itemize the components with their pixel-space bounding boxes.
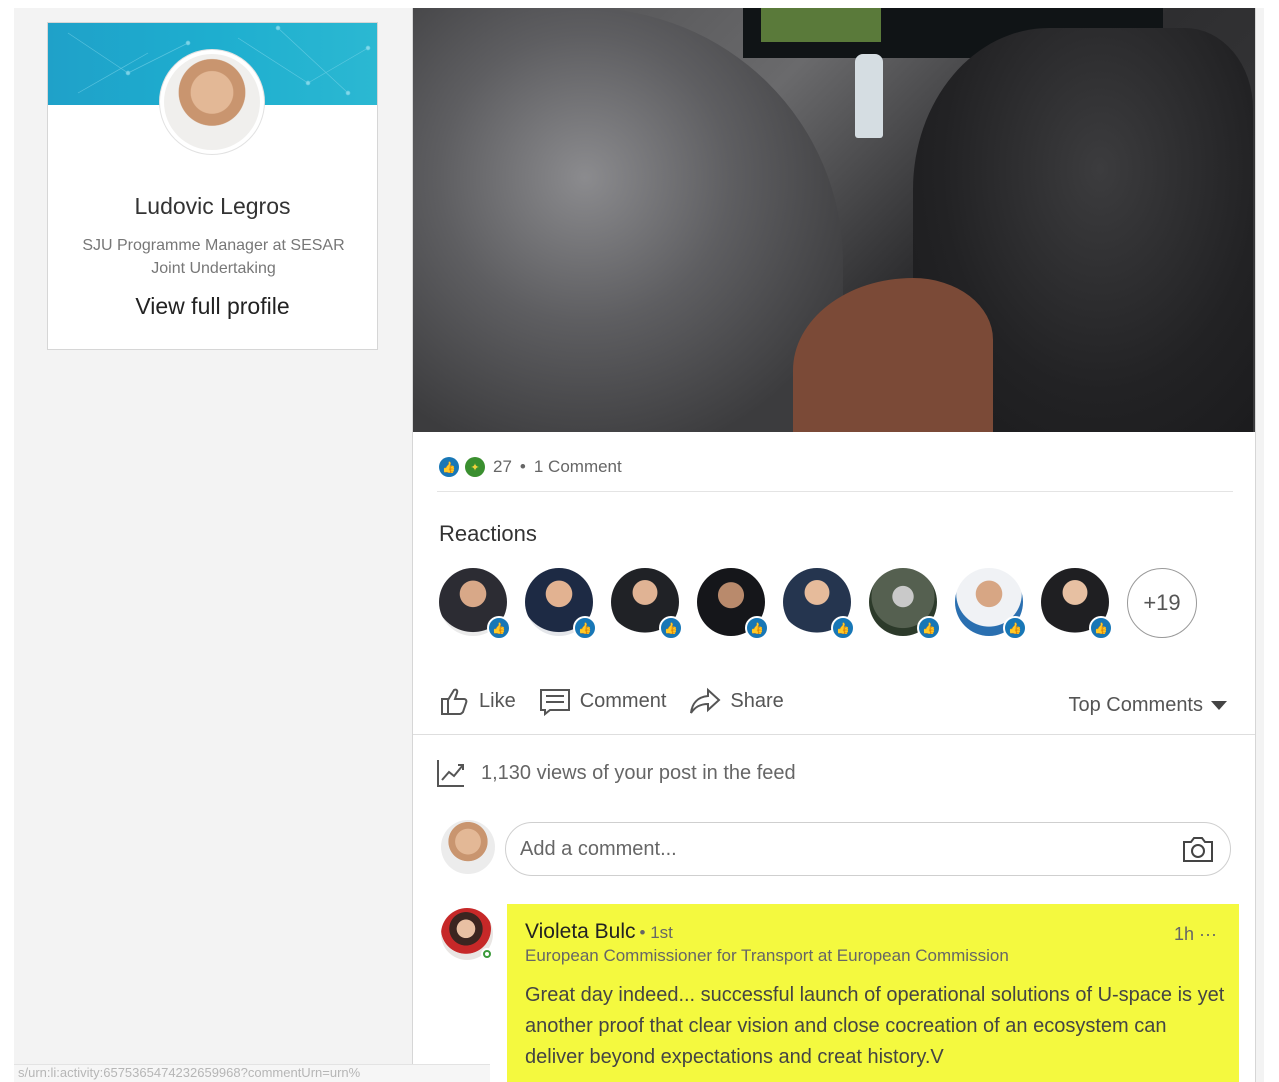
share-label: Share [730, 689, 784, 712]
reactor-avatar[interactable]: 👍 [869, 568, 941, 640]
profile-avatar[interactable] [160, 50, 264, 154]
comment-input[interactable]: Add a comment... [505, 822, 1231, 876]
comment-bubble: Violeta Bulc • 1st 1h ··· European Commis… [507, 904, 1239, 1082]
reactors-list: 👍 👍 👍 👍 👍 👍 👍 👍 +19 [439, 568, 1197, 640]
comment-label: Comment [579, 689, 667, 712]
comment-item: Violeta Bulc • 1st 1h ··· European Commis… [441, 904, 1241, 1082]
thumbs-up-icon [441, 688, 468, 715]
current-user-avatar[interactable] [441, 820, 495, 874]
reaction-count[interactable]: 27 [493, 457, 512, 477]
commenter-name[interactable]: Violeta Bulc [525, 920, 636, 943]
comment-placeholder: Add a comment... [520, 837, 677, 860]
status-bar-url: s/urn:li:activity:6575365474232659968?co… [14, 1064, 490, 1082]
comment-icon [539, 689, 570, 717]
comment-sort-dropdown[interactable]: Top Comments [1068, 694, 1227, 717]
like-badge-icon: 👍 [831, 616, 855, 640]
reactor-avatar[interactable]: 👍 [955, 568, 1027, 640]
post-views[interactable]: 1,130 views of your post in the feed [435, 757, 796, 789]
divider [413, 734, 1255, 735]
divider [437, 491, 1233, 492]
like-badge-icon: 👍 [1003, 616, 1027, 640]
post-actions: Like Comment Share [437, 684, 784, 718]
online-status-icon [481, 948, 493, 960]
like-badge-icon: 👍 [659, 616, 683, 640]
comment-button[interactable]: Comment [538, 684, 667, 718]
reactor-avatar[interactable]: 👍 [611, 568, 683, 640]
reactor-avatar[interactable]: 👍 [1041, 568, 1113, 640]
like-badge-icon: 👍 [487, 616, 511, 640]
analytics-chart-icon [437, 760, 464, 787]
reactor-avatar[interactable]: 👍 [525, 568, 597, 640]
separator-dot: • [519, 457, 526, 476]
reactor-avatar[interactable]: 👍 [783, 568, 855, 640]
post-image[interactable] [413, 8, 1255, 432]
comment-composer: Add a comment... [441, 820, 1231, 878]
like-badge-icon: 👍 [745, 616, 769, 640]
reactor-avatar[interactable]: 👍 [439, 568, 511, 640]
comment-count[interactable]: 1 Comment [534, 457, 622, 477]
comment-text: Great day indeed... successful launch of… [525, 984, 1225, 1068]
post-card: 👍 ✦ 27 • 1 Comment Reactions 👍 👍 👍 👍 👍 👍… [412, 8, 1256, 1082]
like-badge-icon: 👍 [1089, 616, 1113, 640]
like-label: Like [479, 689, 516, 712]
profile-card: Ludovic Legros SJU Programme Manager at … [47, 22, 378, 350]
camera-icon[interactable] [1182, 835, 1214, 863]
social-counts[interactable]: 👍 ✦ 27 • 1 Comment [439, 455, 622, 479]
like-badge-icon: 👍 [573, 616, 597, 640]
more-reactors-button[interactable]: +19 [1127, 568, 1197, 638]
share-button[interactable]: Share [688, 684, 784, 718]
like-badge-icon: 👍 [917, 616, 941, 640]
like-reaction-icon: 👍 [439, 457, 459, 477]
reactions-heading: Reactions [439, 521, 537, 546]
views-text: 1,130 views of your post in the feed [481, 761, 796, 784]
profile-name[interactable]: Ludovic Legros [48, 193, 377, 220]
commenter-headline: European Commissioner for Transport at E… [525, 946, 1009, 965]
sort-label: Top Comments [1068, 694, 1204, 716]
like-button[interactable]: Like [437, 684, 516, 718]
connection-degree: • 1st [639, 923, 673, 942]
comment-more-menu-icon[interactable]: ··· [1199, 924, 1217, 944]
share-arrow-icon [690, 687, 721, 714]
view-full-profile-link[interactable]: View full profile [48, 293, 377, 320]
reactor-avatar[interactable]: 👍 [697, 568, 769, 640]
caret-down-icon [1211, 701, 1227, 710]
celebrate-reaction-icon: ✦ [465, 457, 485, 477]
comment-timestamp: 1h [1173, 924, 1194, 944]
profile-headline: SJU Programme Manager at SESAR Joint Und… [82, 237, 345, 277]
